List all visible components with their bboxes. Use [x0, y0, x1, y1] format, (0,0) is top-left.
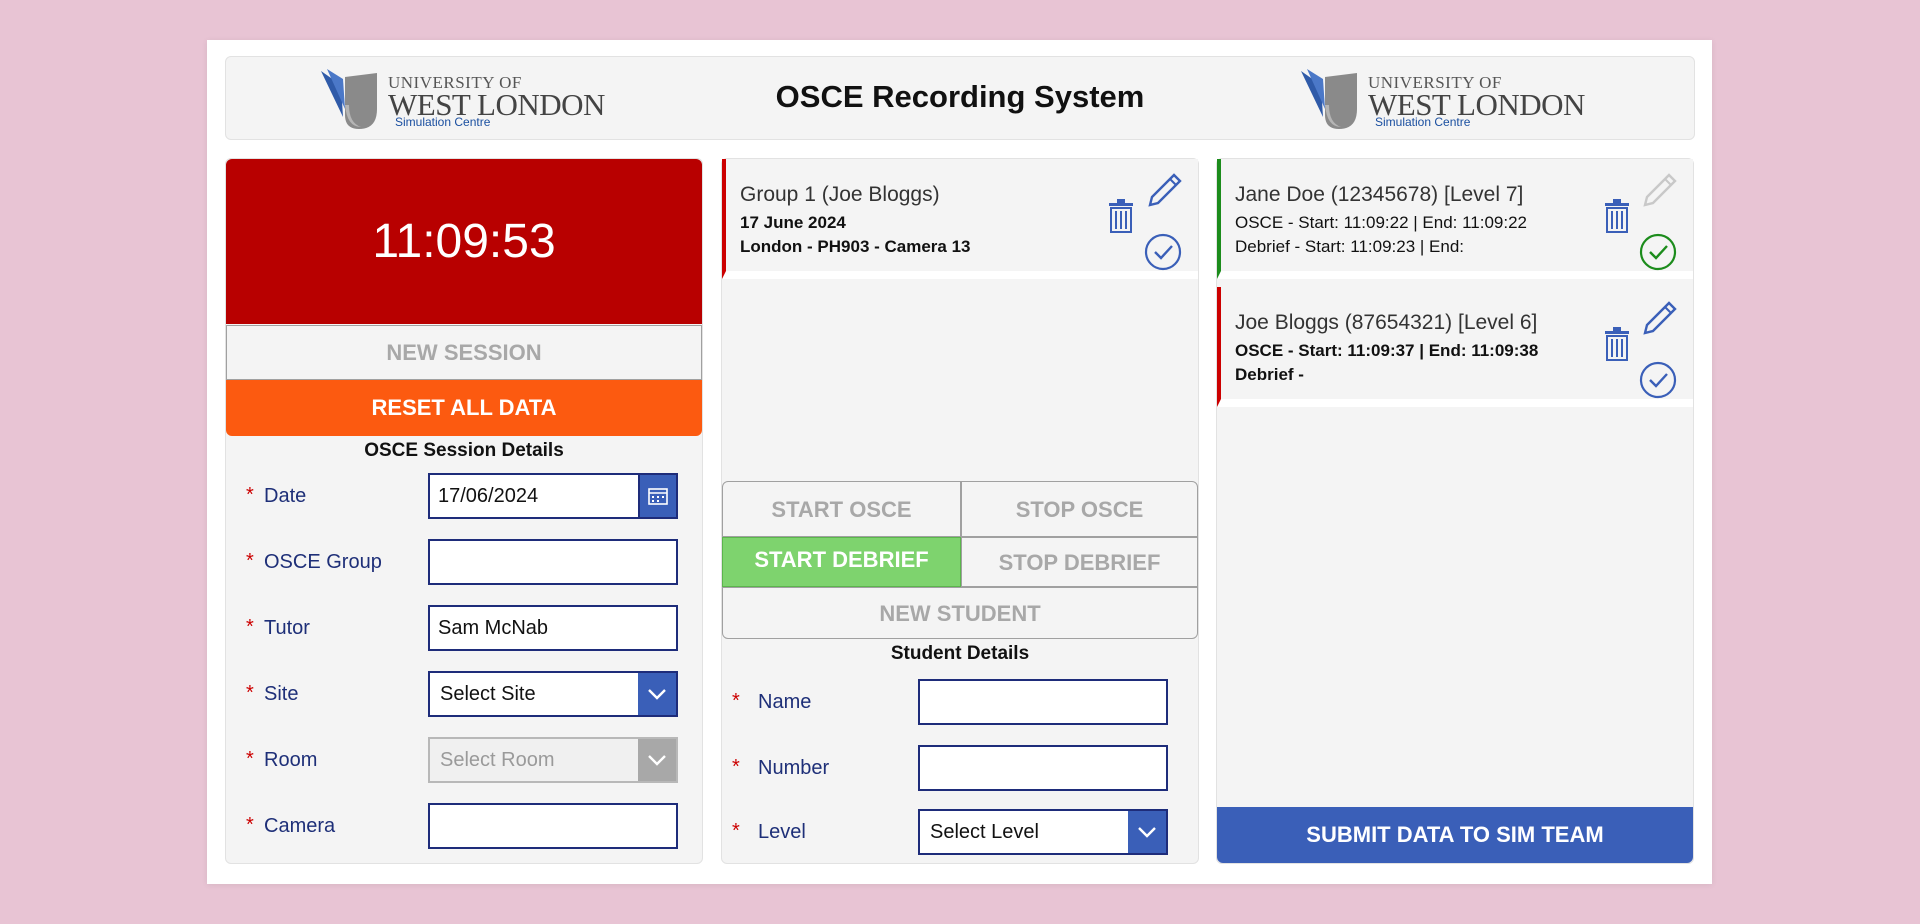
- student-record-card[interactable]: Jane Doe (12345678) [Level 7] OSCE - Sta…: [1217, 159, 1693, 279]
- site-row: * Site Select Site: [246, 671, 686, 717]
- student-record-debrief: Debrief - Start: 11:09:23 | End:: [1235, 237, 1465, 256]
- date-input[interactable]: 17/06/2024: [428, 473, 640, 519]
- number-input[interactable]: [918, 745, 1168, 791]
- session-details-title: OSCE Session Details: [364, 440, 564, 461]
- required-mark: *: [246, 550, 254, 572]
- room-label: Room: [264, 749, 318, 771]
- camera-label: Camera: [264, 815, 336, 837]
- student-record-osce: OSCE - Start: 11:09:22 | End: 11:09:22: [1235, 213, 1528, 232]
- name-row: * Name: [732, 679, 1172, 725]
- date-row: * Date 17/06/2024: [246, 473, 686, 519]
- required-mark: *: [246, 616, 254, 638]
- room-select[interactable]: Select Room: [428, 737, 678, 783]
- tutor-label: Tutor: [264, 617, 310, 639]
- reset-all-data-button[interactable]: RESET ALL DATA: [226, 380, 702, 436]
- osce-group-input[interactable]: [428, 539, 678, 585]
- site-label: Site: [264, 683, 299, 705]
- new-session-button[interactable]: NEW SESSION: [226, 325, 702, 380]
- osce-group-label: OSCE Group: [264, 551, 382, 573]
- student-record-title: Joe Bloggs (87654321) [Level 6]: [1235, 311, 1538, 334]
- required-mark: *: [246, 814, 254, 836]
- date-label: Date: [264, 485, 307, 507]
- required-mark: *: [246, 748, 254, 770]
- student-record-title: Jane Doe (12345678) [Level 7]: [1235, 183, 1524, 206]
- check-circle-icon[interactable]: [1144, 233, 1182, 271]
- level-select-value: Select Level: [930, 821, 1039, 843]
- submit-data-button[interactable]: SUBMIT DATA TO SIM TEAM: [1217, 807, 1693, 863]
- new-student-button[interactable]: NEW STUDENT: [722, 587, 1198, 639]
- tutor-input[interactable]: Sam McNab: [428, 605, 678, 651]
- group-date: 17 June 2024: [740, 213, 846, 232]
- logo-line3: Simulation Centre: [1375, 115, 1471, 129]
- level-label: Level: [758, 821, 806, 843]
- start-debrief-button[interactable]: START DEBRIEF: [722, 537, 961, 587]
- required-mark: *: [732, 756, 740, 778]
- required-mark: *: [732, 820, 740, 842]
- chevron-down-icon: [638, 739, 676, 781]
- records-panel: Jane Doe (12345678) [Level 7] OSCE - Sta…: [1216, 158, 1694, 864]
- name-label: Name: [758, 691, 812, 713]
- camera-input[interactable]: [428, 803, 678, 849]
- group-card[interactable]: Group 1 (Joe Bloggs) 17 June 2024 London…: [722, 159, 1198, 279]
- pencil-icon[interactable]: [1641, 301, 1677, 337]
- trash-icon[interactable]: [1604, 327, 1630, 361]
- required-mark: *: [732, 690, 740, 712]
- check-circle-icon[interactable]: [1639, 233, 1677, 271]
- required-mark: *: [246, 484, 254, 506]
- chevron-down-icon: [638, 673, 676, 715]
- wing-logo-icon: [1301, 69, 1357, 129]
- session-clock: 11:09:53: [226, 159, 702, 324]
- stop-debrief-button[interactable]: STOP DEBRIEF: [961, 537, 1198, 587]
- trash-icon[interactable]: [1108, 199, 1134, 233]
- university-logo-right: UNIVERSITY OF WEST LONDON Simulation Cen…: [1299, 65, 1599, 131]
- pencil-icon[interactable]: [1146, 173, 1182, 209]
- level-row: * Level Select Level: [732, 809, 1172, 855]
- student-panel: Group 1 (Joe Bloggs) 17 June 2024 London…: [721, 158, 1199, 864]
- start-osce-button[interactable]: START OSCE: [722, 481, 961, 537]
- chevron-down-icon: [1128, 811, 1166, 853]
- student-record-osce: OSCE - Start: 11:09:37 | End: 11:09:38: [1235, 341, 1539, 360]
- calendar-button[interactable]: [638, 473, 678, 519]
- check-circle-icon[interactable]: [1639, 361, 1677, 399]
- student-details-title: Student Details: [890, 643, 1030, 664]
- room-select-value: Select Room: [440, 749, 555, 771]
- camera-row: * Camera: [246, 803, 686, 849]
- site-select-value: Select Site: [440, 683, 536, 705]
- stop-osce-button[interactable]: STOP OSCE: [961, 481, 1198, 537]
- level-select[interactable]: Select Level: [918, 809, 1168, 855]
- trash-icon[interactable]: [1604, 199, 1630, 233]
- session-panel: 11:09:53 NEW SESSION RESET ALL DATA OSCE…: [225, 158, 703, 864]
- osce-group-row: * OSCE Group: [246, 539, 686, 585]
- group-location: London - PH903 - Camera 13: [740, 237, 971, 256]
- number-row: * Number: [732, 745, 1172, 791]
- logo-line3: Simulation Centre: [395, 115, 491, 129]
- required-mark: *: [246, 682, 254, 704]
- group-title: Group 1 (Joe Bloggs): [740, 183, 940, 206]
- calendar-icon: [648, 488, 668, 505]
- app-window: UNIVERSITY OF WEST LONDON Simulation Cen…: [207, 40, 1712, 884]
- student-record-debrief: Debrief -: [1235, 365, 1304, 384]
- name-input[interactable]: [918, 679, 1168, 725]
- pencil-icon: [1643, 173, 1677, 207]
- student-record-card[interactable]: Joe Bloggs (87654321) [Level 6] OSCE - S…: [1217, 287, 1693, 407]
- tutor-row: * Tutor Sam McNab: [246, 605, 686, 651]
- room-row: * Room Select Room: [246, 737, 686, 783]
- site-select[interactable]: Select Site: [428, 671, 678, 717]
- number-label: Number: [758, 757, 830, 779]
- header: UNIVERSITY OF WEST LONDON Simulation Cen…: [225, 56, 1695, 140]
